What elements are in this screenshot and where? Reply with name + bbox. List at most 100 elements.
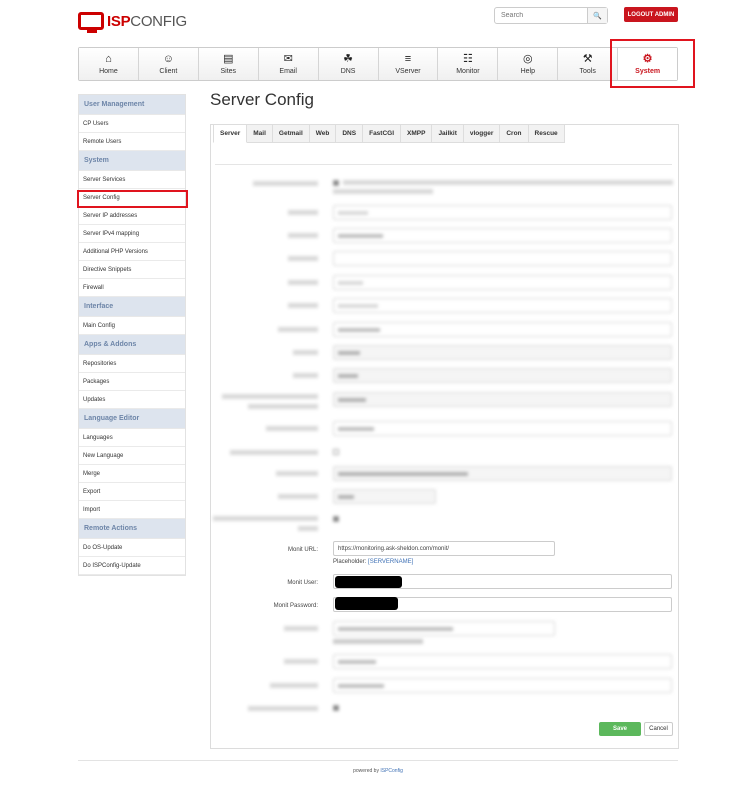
blurred-select[interactable] — [333, 466, 672, 481]
blurred-label — [288, 256, 318, 261]
sidebar-item-server-ip-addresses[interactable]: Server IP addresses — [79, 207, 185, 225]
sidebar-item-repositories[interactable]: Repositories — [79, 355, 185, 373]
blurred-label — [213, 516, 318, 521]
search-input[interactable] — [495, 8, 587, 23]
sidebar-item-updates[interactable]: Updates — [79, 391, 185, 409]
sidebar-item-server-services[interactable]: Server Services — [79, 171, 185, 189]
tab-rescue[interactable]: Rescue — [528, 124, 565, 143]
blurred-checkbox[interactable] — [333, 449, 339, 455]
nav-dns[interactable]: ☘ DNS — [318, 48, 379, 80]
placeholder-prefix: Placeholder: — [333, 559, 367, 565]
tab-web[interactable]: Web — [309, 124, 337, 143]
blurred-label — [222, 394, 318, 399]
blurred-label — [248, 404, 318, 409]
home-icon: ⌂ — [105, 53, 112, 65]
sidebar-item-packages[interactable]: Packages — [79, 373, 185, 391]
blurred-field[interactable] — [333, 251, 672, 266]
sidebar-item-directive-snippets[interactable]: Directive Snippets — [79, 261, 185, 279]
sidebar-item-remote-users[interactable]: Remote Users — [79, 133, 185, 151]
sidebar-section-user-management: User Management — [79, 95, 185, 115]
blurred-label — [288, 280, 318, 285]
server-config-highlight-box — [77, 190, 188, 208]
nav-client[interactable]: ☺ Client — [138, 48, 199, 80]
blurred-select[interactable] — [333, 368, 672, 383]
blurred-field[interactable] — [333, 228, 672, 243]
sidebar-item-import[interactable]: Import — [79, 501, 185, 519]
redaction-block — [335, 576, 402, 588]
blurred-select[interactable] — [333, 489, 436, 504]
nav-home[interactable]: ⌂ Home — [79, 48, 139, 80]
redaction-block — [335, 597, 398, 610]
blurred-label — [253, 181, 318, 186]
servername-placeholder-link[interactable]: [SERVERNAME] — [368, 559, 413, 565]
ispconfig-link[interactable]: ISPConfig — [380, 768, 403, 774]
tab-mail[interactable]: Mail — [247, 124, 273, 143]
nav-label: VServer — [395, 68, 421, 75]
tab-xmpp[interactable]: XMPP — [401, 124, 433, 143]
logo-monitor-icon — [78, 12, 104, 33]
tab-vlogger[interactable]: vlogger — [463, 124, 501, 143]
blurred-label — [298, 526, 318, 531]
traffic-light-icon: ☷ — [462, 53, 473, 65]
monit-url-label: Monit URL: — [287, 547, 318, 553]
users-icon: ☺ — [162, 53, 174, 65]
sidebar-item-main-config[interactable]: Main Config — [79, 317, 185, 335]
page-title: Server Config — [210, 90, 314, 109]
search-box: 🔍 — [494, 7, 608, 24]
nav-label: Monitor — [456, 68, 480, 75]
blurred-select[interactable] — [333, 345, 672, 360]
sidebar-item-cp-users[interactable]: CP Users — [79, 115, 185, 133]
sidebar-item-server-ipv4-mapping[interactable]: Server IPv4 mapping — [79, 225, 185, 243]
sidebar-item-merge[interactable]: Merge — [79, 465, 185, 483]
blurred-field[interactable] — [333, 275, 672, 290]
cancel-button[interactable]: Cancel — [644, 722, 673, 736]
sites-icon: ▤ — [223, 53, 234, 65]
blurred-checkbox[interactable] — [333, 705, 339, 711]
search-button[interactable]: 🔍 — [587, 8, 607, 23]
save-button[interactable]: Save — [599, 722, 641, 736]
tab-dns[interactable]: DNS — [336, 124, 364, 143]
monit-url-input[interactable]: https://monitoring.ask-sheldon.com/monit… — [333, 541, 555, 556]
nav-vserver[interactable]: ≡ VServer — [378, 48, 439, 80]
sidebar-item-additional-php-versions[interactable]: Additional PHP Versions — [79, 243, 185, 261]
blurred-field[interactable] — [333, 678, 672, 693]
sidebar-section-interface: Interface — [79, 297, 185, 317]
sidebar-item-firewall[interactable]: Firewall — [79, 279, 185, 297]
blurred-field[interactable] — [333, 621, 555, 636]
nav-label: Client — [159, 68, 178, 75]
blurred-field[interactable] — [333, 298, 672, 313]
sidebar-section-language-editor: Language Editor — [79, 409, 185, 429]
blurred-checkbox[interactable] — [333, 180, 339, 186]
blurred-text — [333, 189, 433, 194]
blurred-field[interactable] — [333, 205, 672, 220]
sidebar-item-new-language[interactable]: New Language — [79, 447, 185, 465]
tab-jailkit[interactable]: Jailkit — [432, 124, 464, 143]
tab-getmail[interactable]: Getmail — [272, 124, 310, 143]
logo-thin: CONFIG — [130, 12, 187, 30]
header: ISPCONFIG 🔍 LOGOUT ADMIN — [0, 0, 756, 40]
nav-sites[interactable]: ▤ Sites — [198, 48, 259, 80]
blurred-select[interactable] — [333, 392, 672, 407]
monit-user-label: Monit User: — [287, 580, 318, 586]
nav-email[interactable]: ✉ Email — [258, 48, 319, 80]
sidebar-item-do-os-update[interactable]: Do OS-Update — [79, 539, 185, 557]
logout-button[interactable]: LOGOUT ADMIN — [624, 7, 678, 22]
blurred-checkbox[interactable] — [333, 516, 339, 522]
blurred-field[interactable] — [333, 421, 672, 436]
tab-server[interactable]: Server — [213, 124, 248, 143]
nav-monitor[interactable]: ☷ Monitor — [438, 48, 499, 80]
blurred-field[interactable] — [333, 322, 672, 337]
server-icon: ≡ — [404, 53, 412, 65]
tab-fastcgi[interactable]: FastCGI — [363, 124, 402, 143]
blurred-field[interactable] — [333, 654, 672, 669]
blurred-label — [270, 683, 318, 688]
tab-cron[interactable]: Cron — [500, 124, 529, 143]
footer-divider — [78, 760, 678, 761]
nav-help[interactable]: ◎ Help — [498, 48, 559, 80]
ispconfig-logo[interactable]: ISPCONFIG — [78, 11, 187, 33]
sidebar-item-export[interactable]: Export — [79, 483, 185, 501]
sidebar-item-languages[interactable]: Languages — [79, 429, 185, 447]
sidebar-item-do-ispconfig-update[interactable]: Do ISPConfig-Update — [79, 557, 185, 575]
nav-label: DNS — [340, 68, 356, 75]
search-icon: 🔍 — [593, 12, 602, 20]
